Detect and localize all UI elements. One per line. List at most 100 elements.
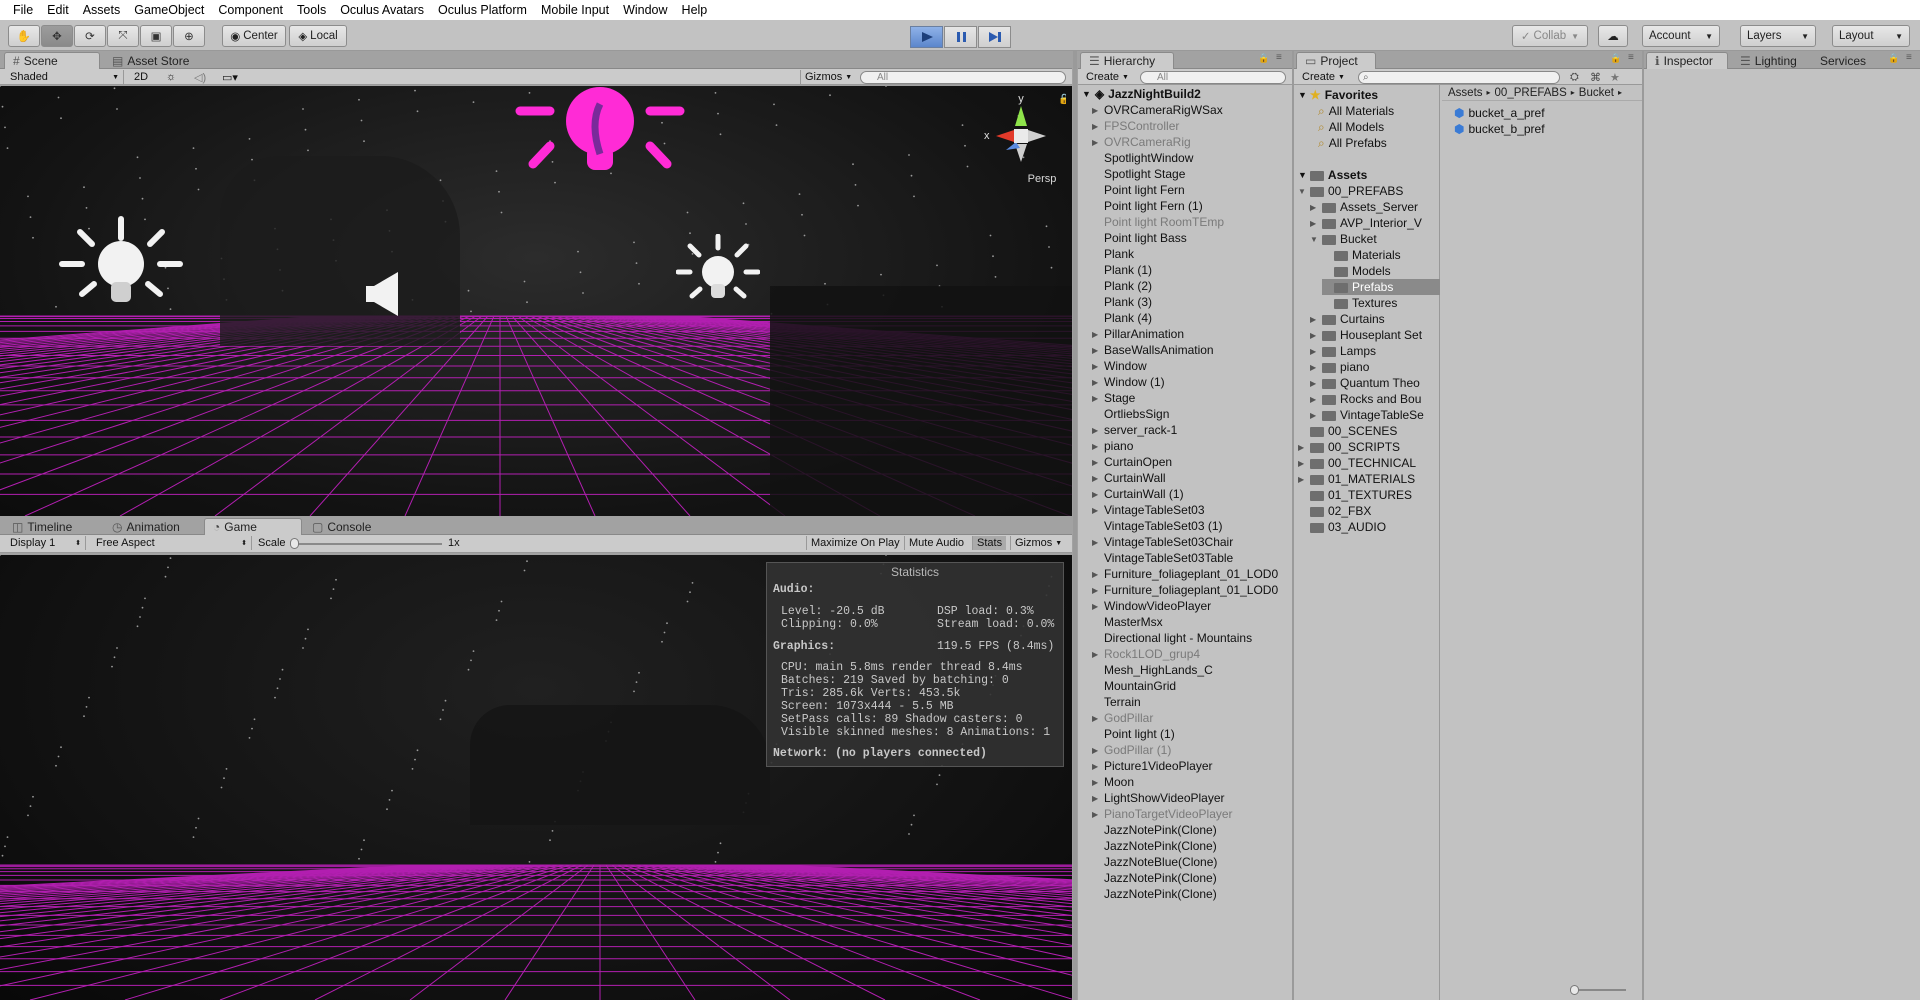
tab-animation[interactable]: ◷ Animation — [104, 518, 202, 535]
maximize-on-play-toggle[interactable]: Maximize On Play — [806, 536, 904, 550]
shading-mode-dropdown[interactable]: Shaded ▼ — [6, 70, 124, 84]
hierarchy-item[interactable]: JazzNotePink(Clone) — [1092, 886, 1290, 902]
hierarchy-item[interactable]: ▶ WindowVideoPlayer — [1092, 598, 1290, 614]
favorite-star-icon[interactable]: ★ — [1606, 70, 1624, 84]
hierarchy-search-input[interactable]: All — [1140, 71, 1286, 84]
expand-arrow-icon[interactable]: ▶ — [1310, 331, 1322, 340]
toggle-2d-button[interactable]: 2D — [130, 70, 156, 84]
menu-file[interactable]: File — [6, 3, 40, 17]
hand-tool-button[interactable]: ✋ — [8, 25, 40, 47]
expand-arrow-icon[interactable]: ▶ — [1092, 714, 1104, 723]
move-tool-button[interactable]: ✥ — [41, 25, 73, 47]
scene-search-input[interactable]: All — [860, 71, 1066, 84]
hierarchy-item[interactable]: OrtliebsSign — [1092, 406, 1290, 422]
expand-arrow-icon[interactable]: ▶ — [1092, 602, 1104, 611]
file-item[interactable]: ⬢ bucket_a_pref — [1454, 105, 1545, 121]
menu-window[interactable]: Window — [616, 3, 674, 17]
account-dropdown[interactable]: Account ▼ — [1642, 25, 1720, 47]
expand-arrow-icon[interactable]: ▶ — [1310, 219, 1322, 228]
hierarchy-item[interactable]: Plank — [1092, 246, 1290, 262]
hierarchy-item[interactable]: ▶ Stage — [1092, 390, 1290, 406]
expand-arrow-icon[interactable]: ▶ — [1092, 458, 1104, 467]
hierarchy-item[interactable]: ▶ Picture1VideoPlayer — [1092, 758, 1290, 774]
expand-arrow-icon[interactable]: ▶ — [1092, 490, 1104, 499]
transform-tool-button[interactable]: ⊕ — [173, 25, 205, 47]
hierarchy-item[interactable]: ▶ GodPillar — [1092, 710, 1290, 726]
expand-arrow-icon[interactable]: ▶ — [1092, 538, 1104, 547]
hierarchy-item[interactable]: ▶ Window — [1092, 358, 1290, 374]
space-local-button[interactable]: ◈ Local — [289, 25, 347, 47]
cloud-button[interactable]: ☁ — [1598, 25, 1628, 47]
hierarchy-item[interactable]: ▶ Moon — [1092, 774, 1290, 790]
hierarchy-item[interactable]: ▶ PillarAnimation — [1092, 326, 1290, 342]
pivot-center-button[interactable]: ◉ Center — [222, 25, 286, 47]
hierarchy-item[interactable]: ▶ piano — [1092, 438, 1290, 454]
folder-row[interactable]: ▶ piano — [1310, 359, 1440, 375]
hierarchy-item[interactable]: ▶ GodPillar (1) — [1092, 742, 1290, 758]
expand-arrow-icon[interactable]: ▶ — [1298, 443, 1310, 452]
icon-size-slider-thumb[interactable] — [1570, 985, 1579, 995]
mute-audio-toggle[interactable]: Mute Audio — [904, 536, 968, 550]
folder-row[interactable]: 01_TEXTURES — [1298, 487, 1440, 503]
expand-arrow-icon[interactable]: ▶ — [1310, 347, 1322, 356]
hierarchy-item[interactable]: Spotlight Stage — [1092, 166, 1290, 182]
expand-arrow-icon[interactable]: ▶ — [1092, 506, 1104, 515]
hierarchy-item[interactable]: ▶ CurtainWall — [1092, 470, 1290, 486]
rotate-tool-button[interactable]: ⟳ — [74, 25, 106, 47]
menu-assets[interactable]: Assets — [76, 3, 128, 17]
panel-divider[interactable] — [1073, 51, 1077, 1000]
expand-arrow-icon[interactable]: ▶ — [1092, 746, 1104, 755]
hierarchy-item[interactable]: ▶ Furniture_foliageplant_01_LOD0 — [1092, 582, 1290, 598]
expand-arrow-icon[interactable]: ▶ — [1092, 330, 1104, 339]
folder-row[interactable]: ▶ AVP_Interior_V — [1310, 215, 1440, 231]
expand-arrow-icon[interactable]: ▶ — [1092, 586, 1104, 595]
menu-oculus-platform[interactable]: Oculus Platform — [431, 3, 534, 17]
hierarchy-item[interactable]: Mesh_HighLands_C — [1092, 662, 1290, 678]
menu-oculus-avatars[interactable]: Oculus Avatars — [333, 3, 431, 17]
rect-tool-button[interactable]: ▣ — [140, 25, 172, 47]
hierarchy-item[interactable]: ▶ PianoTargetVideoPlayer — [1092, 806, 1290, 822]
scene-audio-toggle[interactable]: ◁) — [190, 70, 212, 84]
hierarchy-item[interactable]: JazzNotePink(Clone) — [1092, 822, 1290, 838]
folder-row[interactable]: ▶ 00_SCRIPTS — [1298, 439, 1440, 455]
scene-root-row[interactable]: ▼ ◈ JazzNightBuild2 — [1082, 86, 1290, 102]
tab-game[interactable]: ◔ Game — [204, 518, 302, 535]
hierarchy-item[interactable]: Plank (2) — [1092, 278, 1290, 294]
hierarchy-item[interactable]: Directional light - Mountains — [1092, 630, 1290, 646]
hierarchy-item[interactable]: ▶ VintageTableSet03Chair — [1092, 534, 1290, 550]
pause-button[interactable] — [944, 26, 977, 48]
expand-arrow-icon[interactable]: ▶ — [1092, 778, 1104, 787]
hierarchy-item[interactable]: ▶ OVRCameraRigWSax — [1092, 102, 1290, 118]
scene-gizmos-dropdown[interactable]: Gizmos ▼ — [800, 70, 852, 84]
scale-tool-button[interactable]: ⤧ — [107, 25, 139, 47]
expand-arrow-icon[interactable]: ▶ — [1092, 122, 1104, 131]
expand-arrow-icon[interactable]: ▶ — [1092, 762, 1104, 771]
expand-arrow-icon[interactable]: ▶ — [1092, 378, 1104, 387]
orientation-gizmo[interactable]: y x Persp 🔒 — [976, 92, 1066, 204]
hierarchy-item[interactable]: Terrain — [1092, 694, 1290, 710]
project-create-dropdown[interactable]: Create ▼ — [1298, 70, 1352, 84]
folder-row[interactable]: ▶ Rocks and Bou — [1310, 391, 1440, 407]
hierarchy-item[interactable]: ▶ Furniture_foliageplant_01_LOD0 — [1092, 566, 1290, 582]
menu-gameobject[interactable]: GameObject — [127, 3, 211, 17]
tab-inspector[interactable]: ℹ Inspector — [1646, 52, 1728, 69]
folder-row[interactable]: Prefabs — [1322, 279, 1440, 295]
breadcrumb-prefabs[interactable]: 00_PREFABS — [1495, 87, 1567, 99]
hierarchy-item[interactable]: VintageTableSet03 (1) — [1092, 518, 1290, 534]
expand-arrow-icon[interactable]: ▶ — [1092, 474, 1104, 483]
lock-icon[interactable]: 🔒 — [1610, 53, 1621, 64]
tab-console[interactable]: ▢ Console — [304, 518, 394, 535]
folder-row[interactable]: Materials — [1322, 247, 1440, 263]
filter-label-icon[interactable]: ⌘ — [1586, 70, 1605, 84]
folder-row[interactable]: 02_FBX — [1298, 503, 1440, 519]
expand-arrow-icon[interactable]: ▶ — [1310, 363, 1322, 372]
play-button[interactable] — [910, 26, 943, 48]
hierarchy-item[interactable]: Plank (3) — [1092, 294, 1290, 310]
scale-slider[interactable] — [292, 543, 442, 545]
expand-arrow-icon[interactable]: ▶ — [1092, 794, 1104, 803]
menu-mobile-input[interactable]: Mobile Input — [534, 3, 616, 17]
game-gizmos-dropdown[interactable]: Gizmos ▼ — [1010, 536, 1068, 550]
expand-arrow-icon[interactable]: ▶ — [1310, 379, 1322, 388]
expand-arrow-icon[interactable]: ▶ — [1092, 138, 1104, 147]
tab-asset-store[interactable]: ▤ Asset Store — [104, 52, 204, 69]
